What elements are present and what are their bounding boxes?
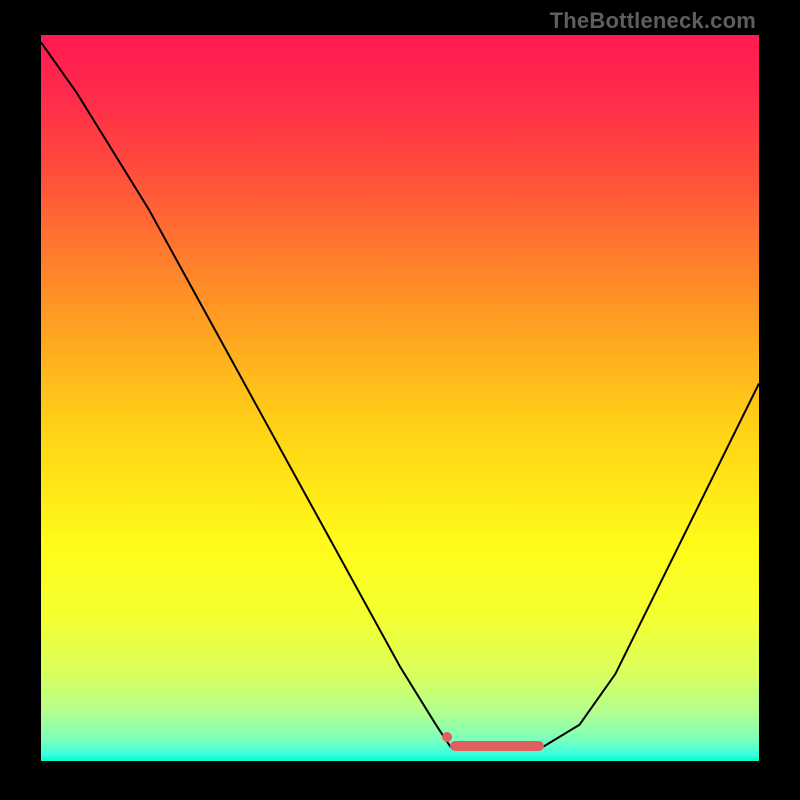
- valley-flat-marker: [450, 741, 543, 751]
- bottleneck-curve-path: [41, 42, 759, 746]
- plot-area: [41, 35, 759, 761]
- bottleneck-chart: TheBottleneck.com: [0, 0, 800, 800]
- attribution-label: TheBottleneck.com: [550, 8, 756, 34]
- curve-svg: [41, 35, 759, 761]
